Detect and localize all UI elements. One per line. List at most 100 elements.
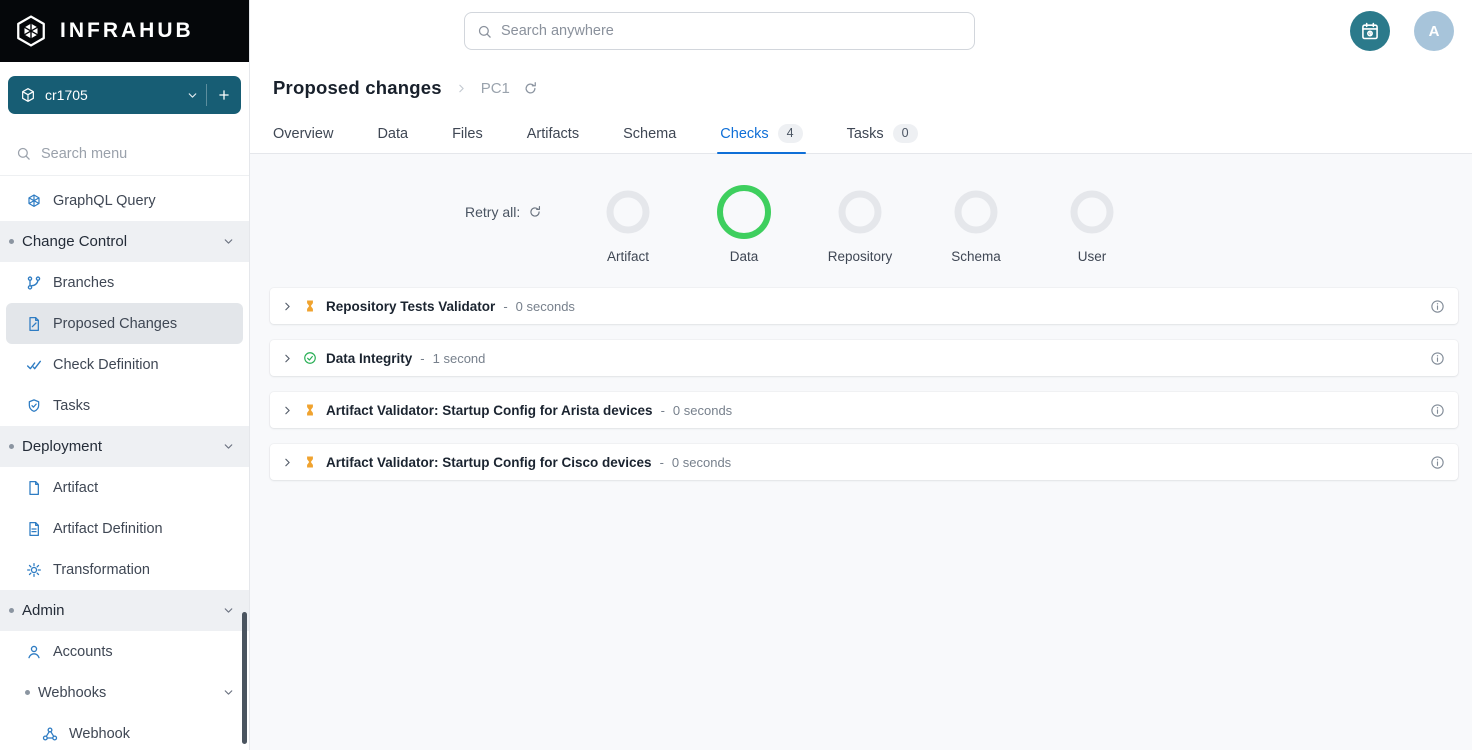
global-search[interactable] — [464, 12, 975, 50]
infrahub-logo-icon — [14, 14, 48, 48]
chevron-right-icon[interactable] — [281, 300, 294, 313]
ring-label: Repository — [828, 249, 893, 264]
check-title: Artifact Validator: Startup Config for A… — [326, 403, 653, 418]
sidebar-item-label: GraphQL Query — [53, 193, 156, 209]
ring-user[interactable]: User — [1034, 184, 1150, 264]
branch-name: cr1705 — [45, 87, 178, 103]
check-row-data-integrity[interactable]: Data Integrity - 1 second — [270, 340, 1458, 376]
page-header: Proposed changes PC1 — [250, 62, 1472, 114]
create-branch-button[interactable] — [207, 76, 241, 114]
sidebar-item-transformation[interactable]: Transformation — [6, 549, 243, 590]
check-row-repository-tests[interactable]: Repository Tests Validator - 0 seconds — [270, 288, 1458, 324]
tab-bar: Overview Data Files Artifacts Schema Che… — [250, 114, 1472, 154]
sidebar-item-artifact[interactable]: Artifact — [6, 467, 243, 508]
separator: - — [503, 299, 507, 314]
branch-dropdown-button[interactable] — [178, 76, 206, 114]
global-search-input[interactable] — [501, 23, 962, 39]
check-duration: 0 seconds — [673, 403, 732, 418]
chevron-down-icon — [222, 604, 235, 617]
tab-checks[interactable]: Checks 4 — [720, 114, 802, 153]
tab-label: Files — [452, 126, 483, 142]
topbar: A — [250, 0, 1472, 62]
check-row-artifact-arista[interactable]: Artifact Validator: Startup Config for A… — [270, 392, 1458, 428]
ring-artifact[interactable]: Artifact — [570, 184, 686, 264]
avatar[interactable]: A — [1414, 11, 1454, 51]
sidebar-subgroup-webhooks[interactable]: Webhooks — [0, 672, 249, 713]
retry-all: Retry all: — [465, 184, 570, 240]
separator: - — [660, 455, 664, 470]
sidebar-group-label: Change Control — [22, 233, 127, 250]
check-rings: Artifact Data Repository Schema — [570, 184, 1150, 264]
info-icon[interactable] — [1430, 455, 1445, 470]
sidebar-group-label: Deployment — [22, 438, 102, 455]
document-lines-icon — [26, 521, 42, 537]
sidebar-item-artifact-definition[interactable]: Artifact Definition — [6, 508, 243, 549]
search-icon — [477, 24, 492, 39]
sidebar-group-deployment[interactable]: Deployment — [0, 426, 249, 467]
page-title: Proposed changes — [273, 77, 442, 99]
tab-overview[interactable]: Overview — [273, 114, 333, 153]
check-title: Artifact Validator: Startup Config for C… — [326, 455, 652, 470]
double-check-icon — [26, 357, 42, 373]
menu-search[interactable] — [0, 132, 249, 176]
progress-ring-idle-icon — [838, 190, 882, 234]
retry-refresh-icon[interactable] — [528, 205, 542, 219]
sidebar-item-accounts[interactable]: Accounts — [6, 631, 243, 672]
tab-label: Artifacts — [527, 126, 579, 142]
queued-status-icon — [303, 403, 317, 417]
sidebar-item-proposed-changes[interactable]: Proposed Changes — [6, 303, 243, 344]
sidebar-item-graphql-query[interactable]: GraphQL Query — [6, 180, 243, 221]
sidebar: INFRAHUB cr1705 GraphQL Query Change Con… — [0, 0, 250, 750]
tab-schema[interactable]: Schema — [623, 114, 676, 153]
ring-data[interactable]: Data — [686, 184, 802, 264]
check-duration: 0 seconds — [672, 455, 731, 470]
chevron-right-icon[interactable] — [281, 404, 294, 417]
tab-artifacts[interactable]: Artifacts — [527, 114, 579, 153]
sidebar-group-change-control[interactable]: Change Control — [0, 221, 249, 262]
tab-files[interactable]: Files — [452, 114, 483, 153]
info-icon[interactable] — [1430, 299, 1445, 314]
tab-badge: 4 — [778, 124, 803, 143]
separator: - — [420, 351, 424, 366]
queued-status-icon — [303, 299, 317, 313]
branch-selector[interactable]: cr1705 — [8, 76, 241, 114]
chevron-right-icon[interactable] — [281, 352, 294, 365]
chevron-right-icon[interactable] — [281, 456, 294, 469]
person-icon — [26, 644, 42, 660]
queued-status-icon — [303, 455, 317, 469]
sidebar-item-label: Webhook — [69, 726, 130, 742]
chevron-down-icon — [222, 686, 235, 699]
group-bullet — [25, 690, 30, 695]
checks-panel: Retry all: Artifact Data Repository — [250, 154, 1472, 750]
info-icon[interactable] — [1430, 403, 1445, 418]
sidebar-item-webhook[interactable]: Webhook — [6, 713, 243, 750]
menu-search-input[interactable] — [41, 146, 233, 162]
graphql-icon — [26, 193, 42, 209]
brand-name: INFRAHUB — [60, 19, 194, 43]
avatar-initial: A — [1429, 23, 1440, 40]
sidebar-group-admin[interactable]: Admin — [0, 590, 249, 631]
git-branch-icon — [26, 275, 42, 291]
topbar-actions: A — [1350, 11, 1454, 51]
tab-data[interactable]: Data — [377, 114, 408, 153]
info-icon[interactable] — [1430, 351, 1445, 366]
schedule-button[interactable] — [1350, 11, 1390, 51]
sidebar-item-tasks[interactable]: Tasks — [6, 385, 243, 426]
ring-label: Artifact — [607, 249, 649, 264]
separator: - — [661, 403, 665, 418]
refresh-icon[interactable] — [523, 81, 538, 96]
check-row-artifact-cisco[interactable]: Artifact Validator: Startup Config for C… — [270, 444, 1458, 480]
document-edit-icon — [26, 316, 42, 332]
sidebar-item-branches[interactable]: Branches — [6, 262, 243, 303]
sidebar-item-check-definition[interactable]: Check Definition — [6, 344, 243, 385]
ring-repository[interactable]: Repository — [802, 184, 918, 264]
ring-schema[interactable]: Schema — [918, 184, 1034, 264]
chevron-down-icon — [222, 235, 235, 248]
tab-label: Checks — [720, 126, 768, 142]
calendar-clock-icon — [1360, 21, 1380, 41]
ring-label: Schema — [951, 249, 1001, 264]
group-bullet — [9, 239, 14, 244]
tab-tasks[interactable]: Tasks 0 — [847, 114, 918, 153]
sidebar-scrollbar[interactable] — [242, 612, 247, 744]
chevron-down-icon — [222, 440, 235, 453]
